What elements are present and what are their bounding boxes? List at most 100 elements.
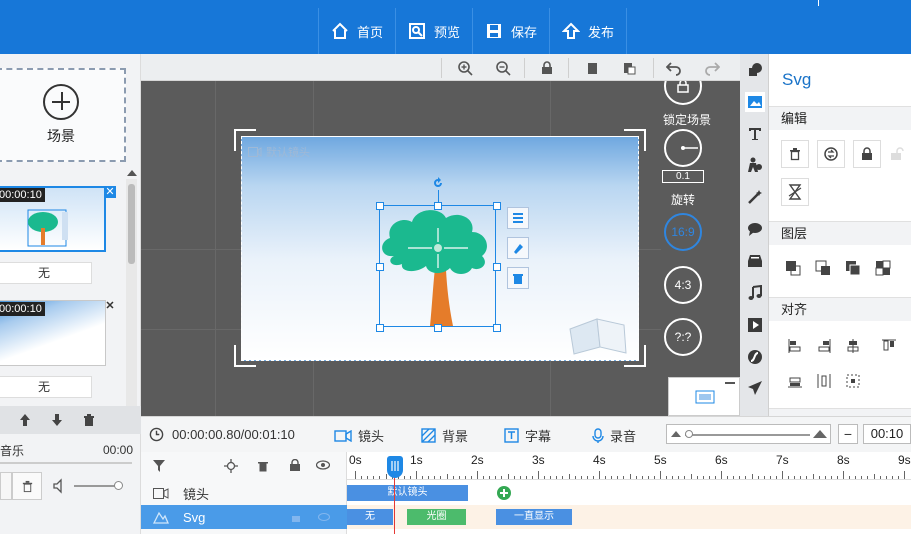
undo-button[interactable] xyxy=(663,58,685,78)
rotate-value[interactable]: 0.1 xyxy=(662,170,704,183)
scene-transition-select[interactable]: 无 xyxy=(0,376,92,398)
scene-transition-select[interactable]: 无 xyxy=(0,262,92,284)
zoom-knob[interactable] xyxy=(685,430,693,438)
object-effect-button[interactable] xyxy=(507,237,529,259)
tab-subtitle[interactable]: 字幕 xyxy=(504,426,551,445)
effect-tool[interactable] xyxy=(745,187,765,207)
paste-button[interactable] xyxy=(618,58,640,78)
selection-box[interactable] xyxy=(376,177,501,332)
delete-element-button[interactable] xyxy=(781,140,809,168)
replace-element-button[interactable] xyxy=(817,140,845,168)
camera-track[interactable]: 默认镜头 xyxy=(347,481,911,505)
hourglass-button[interactable] xyxy=(781,178,809,206)
svg-track[interactable]: 无 光圈 一直显示 xyxy=(347,505,911,529)
stage[interactable]: 默认镜头 锁定场景 0.1 旋转 16:9 4:3 ?:? xyxy=(141,81,740,416)
ratio-custom-button[interactable]: ?:? xyxy=(664,318,702,356)
tree-svg-object[interactable] xyxy=(380,206,497,328)
add-scene-button[interactable]: 场景 xyxy=(0,68,126,162)
video-tool[interactable] xyxy=(745,315,765,335)
lock-scene-button[interactable] xyxy=(664,81,702,105)
volume-icon[interactable] xyxy=(52,478,68,494)
filter-icon[interactable] xyxy=(153,460,165,472)
delete-music-button[interactable] xyxy=(12,472,42,500)
close-icon[interactable]: ✕ xyxy=(104,186,116,198)
timeline-zoom-slider[interactable] xyxy=(666,424,831,444)
copy-button[interactable] xyxy=(581,58,603,78)
background-tool[interactable] xyxy=(745,251,765,271)
duration-minus-button[interactable]: − xyxy=(838,424,858,444)
shape-tool[interactable] xyxy=(745,60,765,80)
minimize-icon[interactable] xyxy=(725,382,735,384)
ruler-minor-tick xyxy=(647,476,649,479)
trash-icon[interactable] xyxy=(257,460,269,472)
layer-send-back[interactable] xyxy=(872,257,894,279)
object-menu-button[interactable] xyxy=(507,207,529,229)
image-tool[interactable] xyxy=(745,92,765,112)
enter-animation-clip[interactable]: 无 xyxy=(347,509,393,525)
distribute-vertical[interactable] xyxy=(842,370,864,392)
effect-clip[interactable]: 光圈 xyxy=(407,509,466,525)
rotate-dial[interactable] xyxy=(664,129,702,167)
plane-tool[interactable] xyxy=(745,378,765,398)
move-up-icon[interactable] xyxy=(18,413,32,427)
unlock-element-button[interactable] xyxy=(883,140,911,168)
eye-icon[interactable] xyxy=(318,513,330,521)
align-top[interactable] xyxy=(878,335,900,357)
audio-prev-button[interactable] xyxy=(0,472,12,500)
tab-camera[interactable]: 镜头 xyxy=(334,426,384,445)
layer-bring-forward[interactable] xyxy=(812,257,834,279)
flash-tool[interactable] xyxy=(745,347,765,367)
rotate-handle-icon[interactable] xyxy=(431,176,445,190)
align-bottom[interactable] xyxy=(784,370,806,392)
close-icon[interactable]: ✕ xyxy=(104,300,116,312)
eye-icon[interactable] xyxy=(316,460,330,470)
add-keyframe-icon[interactable] xyxy=(496,485,512,501)
text-tool[interactable] xyxy=(745,124,765,144)
ratio-16-9-button[interactable]: 16:9 xyxy=(664,213,702,251)
object-delete-button[interactable] xyxy=(507,267,529,289)
mini-preview[interactable] xyxy=(668,377,740,416)
scrollbar-thumb[interactable] xyxy=(128,184,135,264)
distribute-horizontal-icon xyxy=(817,374,831,388)
track-camera[interactable]: 镜头 xyxy=(141,481,347,505)
camera-clip[interactable]: 默认镜头 xyxy=(347,485,468,501)
scroll-up-icon[interactable] xyxy=(127,170,137,176)
exit-animation-clip[interactable]: 一直显示 xyxy=(496,509,572,525)
redo-button[interactable] xyxy=(701,58,723,78)
publish-button[interactable]: 发布 xyxy=(549,8,628,54)
keyframe-icon[interactable] xyxy=(224,459,238,473)
move-down-icon[interactable] xyxy=(50,413,64,427)
duration-field[interactable]: 00:10 xyxy=(863,424,911,444)
tab-background[interactable]: 背景 xyxy=(421,426,468,445)
zoom-out-button[interactable] xyxy=(492,58,514,78)
home-button[interactable]: 首页 xyxy=(318,8,395,54)
align-left[interactable] xyxy=(784,335,806,357)
zoom-track[interactable] xyxy=(685,434,810,436)
save-button[interactable]: 保存 xyxy=(472,8,549,54)
layer-send-backward[interactable] xyxy=(842,257,864,279)
align-right[interactable] xyxy=(813,335,835,357)
scene-card-1[interactable]: 00:00:10 ✕ 无 xyxy=(0,186,118,286)
lock-button[interactable] xyxy=(536,58,558,78)
music-tool[interactable] xyxy=(745,283,765,303)
volume-slider[interactable] xyxy=(74,481,123,490)
distribute-horizontal[interactable] xyxy=(813,370,835,392)
lock-element-button[interactable] xyxy=(853,140,881,168)
lock-icon[interactable] xyxy=(291,512,301,522)
playhead-handle[interactable] xyxy=(387,456,403,478)
timeline-ruler[interactable]: 0s 1s 2s 3s 4s 5s 6s 7s 8s 9s xyxy=(347,452,911,480)
layer-bring-front[interactable] xyxy=(782,257,804,279)
volume-knob[interactable] xyxy=(114,481,123,490)
trash-icon[interactable] xyxy=(82,413,96,427)
character-tool[interactable] xyxy=(745,155,765,175)
lock-icon[interactable] xyxy=(289,459,301,471)
preview-button[interactable]: 预览 xyxy=(395,8,472,54)
track-svg[interactable]: Svg xyxy=(141,505,347,529)
tab-recording[interactable]: 录音 xyxy=(592,426,636,445)
align-center[interactable] xyxy=(842,335,864,357)
ratio-4-3-button[interactable]: 4:3 xyxy=(664,266,702,304)
zoom-in-button[interactable] xyxy=(454,58,476,78)
bring-front-icon xyxy=(786,261,801,276)
bubble-tool[interactable] xyxy=(745,219,765,239)
scene-card-2[interactable]: 00:00:10 ✕ 无 xyxy=(0,300,118,400)
